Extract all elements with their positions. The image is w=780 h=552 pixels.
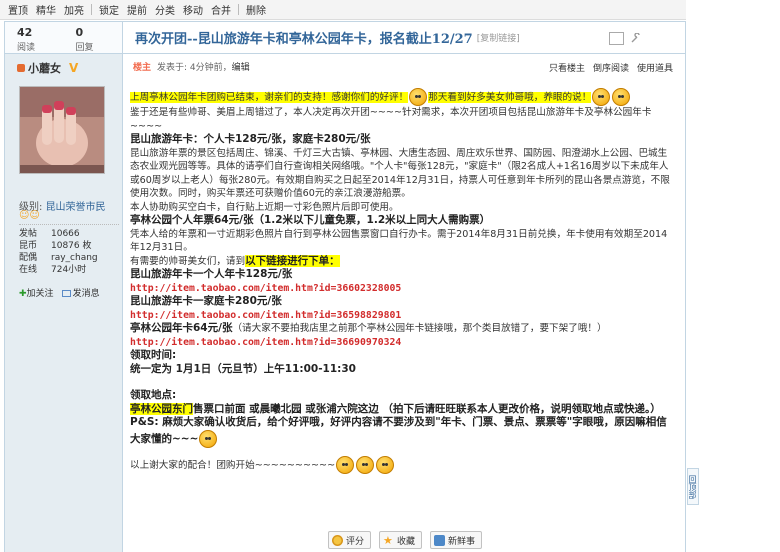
product-link[interactable]: http://item.taobao.com/item.htm?id=36598… (130, 309, 670, 323)
toolbar-category-button[interactable]: 分类 (151, 2, 179, 17)
plus-icon: ✚ (19, 289, 27, 299)
thread-title: 再次开团--昆山旅游年卡和亭林公园年卡，报名截止12/27 (135, 32, 473, 47)
views-stat: 42 阅读 (5, 22, 64, 53)
highlight-text: 那天看到好多美女帅哥哦，养眼的说！ (428, 92, 592, 103)
ps-note: P&S: 麻烦大家确认收货后，给个好评哦，好评内容请不要涉及到"年卡、门票、景点… (130, 416, 670, 448)
post-content: 上周亭林公园年卡团购已结束，谢亲们的支持！感谢你们的好评！ 那天看到好多美女帅哥哦… (130, 60, 670, 474)
thread-stats: 42 阅读 0 回复 (5, 22, 123, 54)
toolbar-divider (91, 4, 92, 15)
section-heading: 昆山旅游年卡：个人卡128元/张，家庭卡280元/张 (130, 133, 371, 145)
smiley-icon (592, 88, 611, 106)
avatar[interactable] (19, 86, 105, 174)
intro-line: 上周亭林公园年卡团购已结束，谢亲们的支持！感谢你们的好评！ 那天看到好多美女帅哥哦… (130, 88, 670, 106)
product-link[interactable]: http://item.taobao.com/item.htm?id=36602… (130, 282, 670, 296)
level-value[interactable]: 昆山荣誉市民 (46, 202, 106, 213)
product-name: 昆山旅游年卡一个人年卡128元/张 (130, 268, 293, 280)
post-actions: 评分 ★ 收藏 新鲜事 (328, 531, 483, 549)
author-stat-row: 发帖 10666 (19, 229, 80, 239)
thread-titlebar: 再次开团--昆山旅游年卡和亭林公园年卡，报名截止12/27 [复制链接] (123, 22, 685, 54)
replies-count: 0 (75, 26, 84, 39)
pickup-time-heading: 领取时间: (130, 349, 177, 361)
favorite-button[interactable]: ★ 收藏 (379, 531, 423, 549)
product-name: 昆山旅游年卡一家庭卡280元/张 (130, 295, 282, 307)
author-name[interactable]: 小蘑女 (28, 60, 61, 76)
copy-link[interactable]: [复制链接] (477, 31, 520, 44)
pickup-location: 亭林公园东门售票口前面 或晨曦北园 或张浦六院这边 （拍下后请旺旺联系本人更改价… (130, 402, 661, 415)
post-paragraph: 鉴于还是有些帅哥、美眉上周错过了，本人决定再次开团~~~~针对需求，本次开团项目… (130, 107, 652, 132)
product-name-row: 亭林公园年卡64元/张（请大家不要拍我店里之前那个亭林公园年卡链接哦，那个类目放… (130, 322, 607, 334)
toolbar-stick-button[interactable]: 置顶 (4, 2, 32, 17)
send-message-button[interactable]: 发消息 (61, 286, 100, 299)
level-medal-icon: ☺☺ (19, 210, 40, 221)
share-news-button[interactable]: 新鲜事 (430, 531, 483, 549)
pickup-location-heading: 领取地点: (130, 389, 177, 401)
replies-stat: 0 回复 (64, 22, 123, 53)
author-actions: ✚加关注 发消息 (19, 286, 100, 299)
post-paragraph: 昆山旅游年票的景区包括周庄、锦溪、千灯三大古镇、亭林园、大唐生态园、周庄欢乐世界… (130, 147, 670, 200)
title-tools (609, 32, 641, 45)
author-sidebar: 小蘑女 V 级别: 昆山荣誉市民 ☺☺ 发帖 10666 昆币 10876 枚 … (5, 54, 123, 552)
post-paragraph: 本人协助购买空白卡，自行贴上近期一寸彩色照片后即可使用。 (130, 201, 399, 213)
moderation-toolbar: 置顶 精华 加亮 锁定 提前 分类 移动 合并 删除 (0, 0, 686, 20)
online-status-icon (17, 64, 25, 72)
thumb-icon (332, 534, 343, 546)
avatar-image (20, 87, 104, 173)
replies-label: 回复 (75, 43, 94, 53)
author-stats: 发帖 10666 昆币 10876 枚 配偶 ray_chang 在线 724小时 (19, 224, 119, 276)
post-paragraph: 凭本人给的年票和一寸近期彩色照片自行到亭林公园售票窗口自行办卡。需于2014年8… (130, 228, 668, 254)
toolbar-bump-button[interactable]: 提前 (123, 2, 151, 17)
toolbar-lock-button[interactable]: 锁定 (95, 2, 123, 17)
author-stat-row: 在线 724小时 (19, 265, 87, 275)
author-stat-row: 配偶 ray_chang (19, 253, 98, 263)
toolbar-move-button[interactable]: 移动 (179, 2, 207, 17)
toolbar-delete-button[interactable]: 删除 (242, 2, 270, 17)
author-stat-row: 昆币 10876 枚 (19, 241, 92, 251)
product-link[interactable]: http://item.taobao.com/item.htm?id=36690… (130, 336, 670, 350)
back-to-top-button[interactable]: 回顶部 (687, 468, 699, 505)
pickup-time: 统一定为 1月1日（元旦节）上午11:00-11:30 (130, 362, 356, 375)
star-icon: ★ (383, 533, 393, 547)
order-line: 有需要的帅哥美女们，请到以下链接进行下单： (130, 254, 340, 267)
smiley-icon (356, 455, 375, 474)
author-name-row: 小蘑女 V (5, 54, 122, 76)
highlight-text: 上周亭林公园年卡团购已结束，谢亲们的支持！感谢你们的好评！ (130, 92, 409, 103)
rate-button[interactable]: 评分 (328, 531, 372, 549)
views-count: 42 (17, 26, 33, 39)
follow-button[interactable]: ✚加关注 (19, 286, 54, 299)
toolbar-highlight-button[interactable]: 加亮 (60, 2, 88, 17)
toolbar-digest-button[interactable]: 精华 (32, 2, 60, 17)
toolbar-merge-button[interactable]: 合并 (207, 2, 235, 17)
vip-icon: V (69, 61, 79, 75)
thanks-line: 以上谢大家的配合！团购开始~~~~~~~~~~ (130, 455, 670, 474)
smiley-icon (376, 455, 395, 474)
envelope-icon (61, 290, 71, 297)
select-checkbox[interactable] (609, 32, 624, 45)
smiley-icon (612, 88, 631, 106)
section-heading: 亭林公园个人年票64元/张（1.2米以下儿童免票，1.2米以上同大人需购票） (130, 214, 491, 226)
wrench-icon[interactable] (630, 33, 641, 44)
toolbar-divider (238, 4, 239, 15)
views-label: 阅读 (17, 43, 36, 53)
news-icon (434, 534, 446, 546)
smiley-icon (409, 88, 428, 106)
smiley-icon (336, 455, 355, 474)
smiley-icon (199, 429, 218, 448)
